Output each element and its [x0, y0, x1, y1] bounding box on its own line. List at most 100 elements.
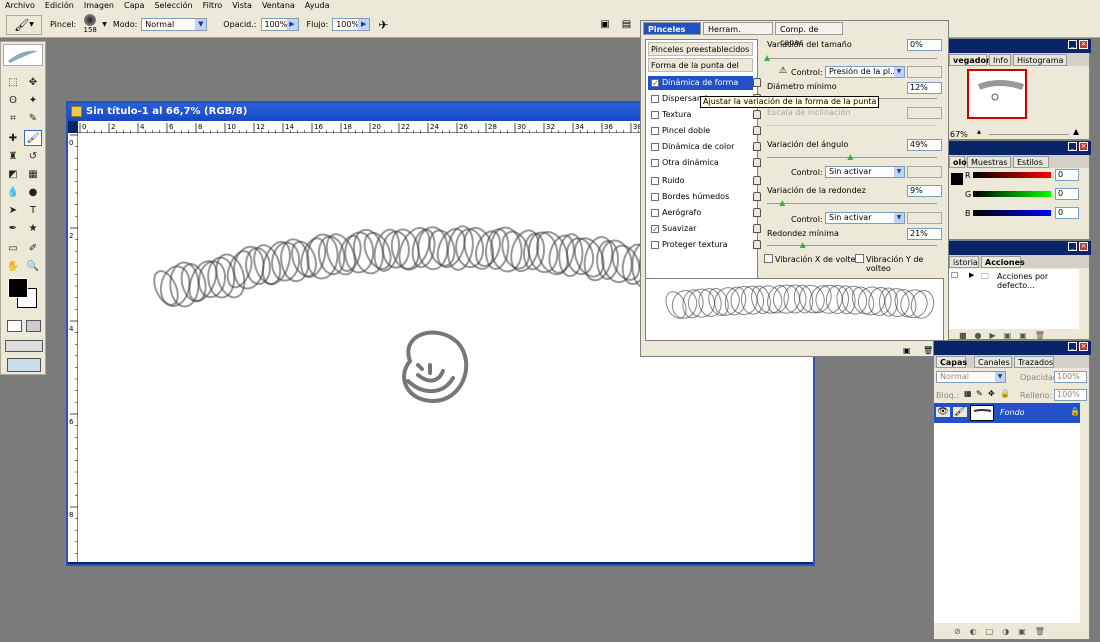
screen-mode-icon[interactable] [5, 340, 43, 352]
blur-tool-icon[interactable]: 💧 [4, 184, 22, 200]
tab-capas[interactable]: Capas [936, 356, 967, 368]
path-selection-tool-icon[interactable]: ➤ [4, 202, 22, 218]
history-brush-tool-icon[interactable]: ↺ [24, 148, 42, 164]
channel-value-input[interactable]: 0 [1055, 169, 1079, 181]
menu-imagen[interactable]: Imagen [79, 0, 119, 12]
min-round-slider[interactable] [767, 245, 937, 246]
tab-pinceles[interactable]: Pinceles ▶ [643, 22, 701, 47]
flow-input[interactable]: 100% ▶ [332, 18, 371, 31]
close-icon[interactable]: × [1079, 242, 1088, 251]
pen-tool-icon[interactable]: ✒ [4, 220, 22, 236]
mode-select[interactable]: Normal ▼ [141, 18, 208, 31]
brush-setting-item[interactable]: Suavizar [648, 222, 761, 237]
round-control-select[interactable]: Sin activar ▼ [825, 212, 905, 224]
file-browser-icon[interactable]: ▣ [600, 19, 609, 30]
quickmask-off-icon[interactable] [7, 320, 22, 332]
healing-brush-tool-icon[interactable]: ✚ [4, 130, 22, 146]
eraser-tool-icon[interactable]: ◩ [4, 166, 22, 182]
brush-setting-checkbox[interactable] [651, 127, 659, 135]
menu-filtro[interactable]: Filtro [198, 0, 228, 12]
fill-input[interactable]: 100% [1054, 389, 1087, 401]
menu-ayuda[interactable]: Ayuda [300, 0, 335, 12]
lock-icon[interactable] [753, 78, 761, 87]
tab-histograma[interactable]: Histograma [1013, 54, 1067, 66]
lock-icon[interactable] [753, 176, 761, 185]
tab-info[interactable]: Info [989, 54, 1011, 66]
tab-trazados[interactable]: Trazados [1014, 356, 1054, 368]
new-brush-icon[interactable]: ▣ [903, 346, 911, 355]
lock-icon[interactable] [753, 192, 761, 201]
list-item[interactable]: ☐ ▶ 🗀 Acciones por defecto... [949, 271, 1079, 290]
brush-setting-checkbox[interactable] [651, 177, 659, 185]
opacity-input[interactable]: 100% ▶ [260, 18, 299, 31]
shape-tool-icon[interactable]: ★ [24, 220, 42, 236]
fg-color-swatch[interactable] [951, 173, 963, 185]
palette-well-icon[interactable]: ▤ [622, 19, 631, 30]
channel-value-input[interactable]: 0 [1055, 207, 1079, 219]
navigator-zoom[interactable]: 67% [950, 130, 968, 139]
type-tool-icon[interactable]: T [24, 202, 42, 218]
brush-setting-item[interactable]: Proteger textura [648, 238, 761, 252]
menu-archivo[interactable]: Archivo [0, 0, 40, 12]
dodge-tool-icon[interactable]: ● [24, 184, 42, 200]
move-tool-icon[interactable]: ✥ [24, 74, 42, 90]
tab-color[interactable]: olor [949, 156, 971, 168]
channel-value-input[interactable]: 0 [1055, 188, 1079, 200]
tab-navegador[interactable]: vegador [949, 54, 990, 66]
lock-icon[interactable] [753, 142, 761, 151]
clone-stamp-tool-icon[interactable]: ♜ [4, 148, 22, 164]
brush-setting-item[interactable]: Otra dinámica [648, 156, 761, 170]
tab-muestras[interactable]: Muestras [967, 156, 1011, 168]
lock-icon[interactable] [753, 110, 761, 119]
lock-all-icon[interactable]: 🔒 [1000, 389, 1010, 398]
zoom-in-icon[interactable]: ▲ [1073, 127, 1079, 136]
brush-setting-item[interactable]: Forma de la punta del pincel [648, 58, 753, 84]
tab-canales[interactable]: Canales [974, 356, 1012, 368]
brush-setting-checkbox[interactable] [651, 159, 659, 167]
layer-row[interactable]: 👁 🖌 Fondo 🔒 [934, 403, 1080, 423]
size-jitter-input[interactable]: 0% [907, 39, 942, 51]
min-diameter-input[interactable]: 12% [907, 82, 942, 94]
flip-x-checkbox[interactable] [764, 254, 773, 263]
brush-setting-item[interactable]: Textura [648, 108, 761, 122]
minimize-icon[interactable]: _ [1068, 242, 1077, 251]
navigator-zoom-slider[interactable] [989, 134, 1069, 135]
size-control-select[interactable]: Presión de la pl... ▼ [825, 66, 905, 78]
close-icon[interactable]: × [1079, 342, 1088, 351]
brush-setting-item[interactable]: Pincel doble [648, 124, 761, 138]
tab-comp-capas[interactable]: Comp. de capas [775, 22, 843, 47]
tab-acciones[interactable]: Acciones [981, 256, 1025, 268]
lock-icon[interactable] [753, 240, 761, 249]
tab-historia[interactable]: istoria [949, 256, 979, 268]
flip-y-checkbox[interactable] [855, 254, 864, 263]
lock-icon[interactable] [753, 158, 761, 167]
round-jitter-input[interactable]: 9% [907, 185, 942, 197]
brush-setting-checkbox[interactable] [651, 77, 659, 91]
brush-tool-icon[interactable]: 🖌 [24, 130, 42, 146]
brush-setting-item[interactable]: Aerógrafo [648, 206, 761, 220]
channel-slider[interactable] [973, 191, 1051, 197]
angle-control-select[interactable]: Sin activar ▼ [825, 166, 905, 178]
close-icon[interactable]: × [1079, 40, 1088, 49]
minimize-icon[interactable]: _ [1068, 40, 1077, 49]
lock-icon[interactable] [753, 126, 761, 135]
airbrush-icon[interactable]: ✈ [378, 18, 388, 32]
lock-icon[interactable] [753, 224, 761, 233]
menu-ventana[interactable]: Ventana [257, 0, 300, 12]
brush-setting-item[interactable]: Pinceles preestablecidos [648, 42, 753, 56]
gradient-tool-icon[interactable]: ▦ [24, 166, 42, 182]
brush-picker[interactable]: 158 [80, 13, 100, 36]
minimize-icon[interactable]: _ [1068, 142, 1077, 151]
brush-setting-item[interactable]: Ruido [648, 174, 761, 188]
tab-estilos[interactable]: Estilos [1013, 156, 1049, 168]
brush-setting-item[interactable]: Bordes húmedos [648, 190, 761, 204]
lock-position-icon[interactable]: ✥ [988, 389, 995, 398]
lock-pixels-icon[interactable]: ✎ [976, 389, 983, 398]
size-fade-input[interactable] [907, 66, 942, 78]
brush-setting-item[interactable]: Dinámica de forma [648, 76, 761, 91]
round-fade-input[interactable] [907, 212, 942, 224]
angle-jitter-input[interactable]: 49% [907, 139, 942, 151]
brush-setting-item[interactable]: Dinámica de color [648, 140, 761, 154]
size-jitter-slider[interactable] [767, 58, 937, 59]
brush-setting-checkbox[interactable] [651, 111, 659, 119]
